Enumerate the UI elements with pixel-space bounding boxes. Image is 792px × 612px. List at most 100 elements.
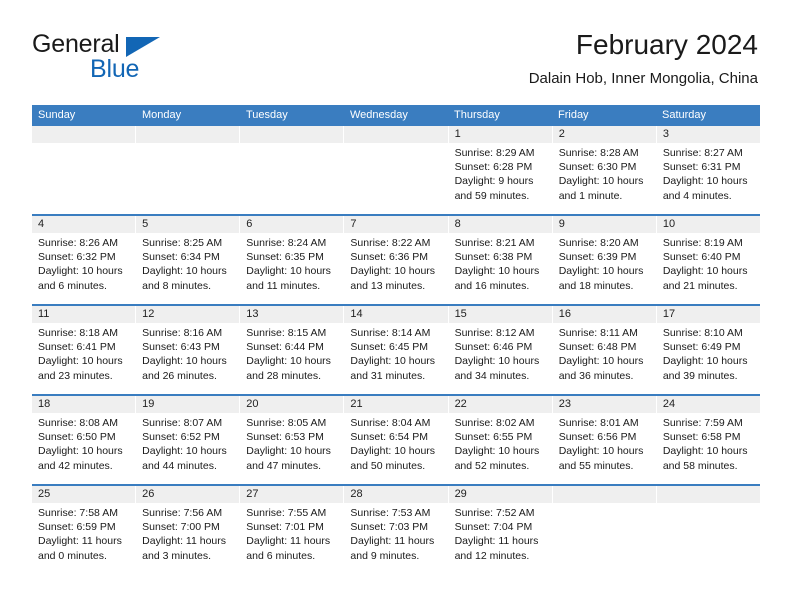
day-details: Sunrise: 8:19 AM Sunset: 6:40 PM Daylight:… — [657, 233, 760, 293]
day-detail-line: Daylight: 9 hours — [454, 175, 534, 188]
day-details: Sunrise: 8:26 AM Sunset: 6:32 PM Daylight:… — [32, 233, 135, 293]
day-cell[interactable]: 26 Sunrise: 7:56 AM Sunset: 7:00 PM Dayligh… — [136, 486, 241, 574]
day-number: 10 — [656, 216, 760, 233]
day-detail-line: Sunrise: 8:01 AM — [558, 417, 639, 429]
day-cell[interactable]: 20 Sunrise: 8:05 AM Sunset: 6:53 PM Dayligh… — [240, 396, 345, 484]
day-details: Sunrise: 8:16 AM Sunset: 6:43 PM Daylight:… — [136, 323, 239, 383]
day-cell[interactable]: 5 Sunrise: 8:25 AM Sunset: 6:34 PM Daylight… — [136, 216, 241, 304]
day-number — [240, 126, 344, 143]
day-detail-line: Sunrise: 7:59 AM — [662, 417, 743, 429]
day-number — [656, 486, 760, 503]
day-cell[interactable]: 3 Sunrise: 8:27 AM Sunset: 6:31 PM Daylight… — [656, 126, 760, 214]
weekday-header-tuesday: Tuesday — [246, 109, 288, 121]
day-cell[interactable]: 10 Sunrise: 8:19 AM Sunset: 6:40 PM Dayligh… — [656, 216, 760, 304]
day-cell[interactable]: 15 Sunrise: 8:12 AM Sunset: 6:46 PM Dayligh… — [448, 306, 553, 394]
weekday-header-wednesday: Wednesday — [350, 109, 408, 121]
day-detail-line: Sunset: 6:43 PM — [142, 341, 220, 354]
day-cell-empty — [136, 126, 241, 214]
day-cell[interactable]: 17 Sunrise: 8:10 AM Sunset: 6:49 PM Dayligh… — [656, 306, 760, 394]
brand-name-bottom: Blue — [90, 55, 140, 83]
day-number: 23 — [552, 396, 656, 413]
day-detail-line: Daylight: 10 hours — [38, 445, 123, 458]
day-detail-line: Sunset: 6:38 PM — [454, 251, 533, 264]
brand-logo[interactable]: General Blue — [32, 30, 242, 92]
day-cell[interactable]: 27 Sunrise: 7:55 AM Sunset: 7:01 PM Dayligh… — [240, 486, 345, 574]
day-detail-line: and 39 minutes. — [662, 369, 738, 382]
day-cell[interactable]: 24 Sunrise: 7:59 AM Sunset: 6:58 PM Dayligh… — [656, 396, 760, 484]
day-cell[interactable]: 16 Sunrise: 8:11 AM Sunset: 6:48 PM Dayligh… — [552, 306, 657, 394]
day-detail-line: and 58 minutes. — [662, 459, 738, 472]
day-details: Sunrise: 7:52 AM Sunset: 7:04 PM Daylight:… — [449, 503, 552, 563]
day-detail-line: and 13 minutes. — [350, 279, 426, 292]
day-cell[interactable]: 22 Sunrise: 8:02 AM Sunset: 6:55 PM Dayligh… — [448, 396, 553, 484]
day-details: Sunrise: 8:28 AM Sunset: 6:30 PM Daylight:… — [553, 143, 656, 203]
day-detail-line: Sunrise: 8:12 AM — [454, 327, 535, 339]
day-cell[interactable]: 1 Sunrise: 8:29 AM Sunset: 6:28 PM Daylight… — [448, 126, 553, 214]
day-details: Sunrise: 8:12 AM Sunset: 6:46 PM Daylight:… — [449, 323, 552, 383]
day-number: 9 — [552, 216, 656, 233]
weekday-header-row: Sunday Monday Tuesday Wednesday Thursday Frid… — [32, 105, 760, 126]
day-detail-line: Sunset: 6:59 PM — [38, 521, 116, 534]
day-detail-line: Sunset: 6:54 PM — [350, 431, 429, 444]
day-number — [136, 126, 240, 143]
calendar-week-row: 1 Sunrise: 8:29 AM Sunset: 6:28 PM Daylight… — [32, 126, 760, 214]
day-cell[interactable]: 29 Sunrise: 7:52 AM Sunset: 7:04 PM Dayligh… — [448, 486, 553, 574]
day-cell[interactable]: 7 Sunrise: 8:22 AM Sunset: 6:36 PM Daylight… — [344, 216, 449, 304]
day-details — [32, 143, 135, 146]
triangle-icon — [126, 37, 160, 57]
day-detail-line: Sunset: 7:00 PM — [142, 521, 220, 534]
day-number: 2 — [552, 126, 656, 143]
day-detail-line: Daylight: 10 hours — [662, 355, 748, 368]
day-detail-line: Daylight: 11 hours — [454, 535, 539, 548]
calendar-page: General Blue February 2024 Dalain Hob, I… — [0, 0, 792, 612]
day-detail-line: Sunrise: 8:04 AM — [350, 417, 431, 429]
day-detail-line: Sunrise: 8:02 AM — [454, 417, 535, 429]
day-detail-line: Daylight: 10 hours — [142, 265, 227, 278]
day-cell[interactable]: 8 Sunrise: 8:21 AM Sunset: 6:38 PM Daylight… — [448, 216, 553, 304]
calendar-week-row: 18 Sunrise: 8:08 AM Sunset: 6:50 PM Dayligh… — [32, 394, 760, 484]
day-details: Sunrise: 7:58 AM Sunset: 6:59 PM Daylight:… — [32, 503, 135, 563]
day-details — [240, 143, 343, 146]
day-details: Sunrise: 8:05 AM Sunset: 6:53 PM Daylight:… — [240, 413, 343, 473]
day-detail-line: and 44 minutes. — [142, 459, 217, 472]
day-detail-line: Sunset: 6:55 PM — [454, 431, 533, 444]
day-detail-line: Sunset: 6:32 PM — [38, 251, 116, 264]
day-cell[interactable]: 14 Sunrise: 8:14 AM Sunset: 6:45 PM Dayligh… — [344, 306, 449, 394]
day-cell[interactable]: 23 Sunrise: 8:01 AM Sunset: 6:56 PM Dayligh… — [552, 396, 657, 484]
day-details: Sunrise: 8:08 AM Sunset: 6:50 PM Daylight:… — [32, 413, 135, 473]
page-title: February 2024 — [575, 29, 758, 60]
day-details: Sunrise: 8:10 AM Sunset: 6:49 PM Daylight:… — [657, 323, 760, 383]
day-details: Sunrise: 8:15 AM Sunset: 6:44 PM Daylight:… — [240, 323, 343, 383]
day-cell[interactable]: 6 Sunrise: 8:24 AM Sunset: 6:35 PM Daylight… — [240, 216, 345, 304]
day-cell[interactable]: 2 Sunrise: 8:28 AM Sunset: 6:30 PM Daylight… — [552, 126, 657, 214]
day-details: Sunrise: 8:22 AM Sunset: 6:36 PM Daylight:… — [344, 233, 447, 293]
day-detail-line: and 55 minutes. — [558, 459, 634, 472]
day-cell[interactable]: 28 Sunrise: 7:53 AM Sunset: 7:03 PM Dayligh… — [344, 486, 449, 574]
day-cell[interactable]: 11 Sunrise: 8:18 AM Sunset: 6:41 PM Dayligh… — [32, 306, 137, 394]
day-detail-line: and 6 minutes. — [38, 279, 107, 292]
day-details: Sunrise: 8:01 AM Sunset: 6:56 PM Daylight:… — [553, 413, 656, 473]
day-detail-line: Sunrise: 7:55 AM — [246, 507, 327, 519]
day-detail-line: Daylight: 10 hours — [558, 175, 644, 188]
day-detail-line: Daylight: 10 hours — [350, 355, 436, 368]
day-cell[interactable]: 18 Sunrise: 8:08 AM Sunset: 6:50 PM Dayligh… — [32, 396, 137, 484]
weekday-header-sunday: Sunday — [38, 109, 76, 121]
day-detail-line: Sunrise: 7:58 AM — [38, 507, 118, 519]
day-cell[interactable]: 25 Sunrise: 7:58 AM Sunset: 6:59 PM Dayligh… — [32, 486, 137, 574]
title-block: February 2024 Dalain Hob, Inner Mongolia… — [529, 28, 758, 88]
day-cell[interactable]: 21 Sunrise: 8:04 AM Sunset: 6:54 PM Dayligh… — [344, 396, 449, 484]
day-detail-line: and 59 minutes. — [454, 189, 530, 202]
day-cell[interactable]: 4 Sunrise: 8:26 AM Sunset: 6:32 PM Daylight… — [32, 216, 137, 304]
day-number: 26 — [136, 486, 240, 503]
day-details — [657, 503, 760, 506]
day-details: Sunrise: 8:02 AM Sunset: 6:55 PM Daylight:… — [449, 413, 552, 473]
day-cell[interactable]: 13 Sunrise: 8:15 AM Sunset: 6:44 PM Dayligh… — [240, 306, 345, 394]
day-cell[interactable]: 9 Sunrise: 8:20 AM Sunset: 6:39 PM Daylight… — [552, 216, 657, 304]
day-cell[interactable]: 19 Sunrise: 8:07 AM Sunset: 6:52 PM Dayligh… — [136, 396, 241, 484]
day-detail-line: Daylight: 11 hours — [350, 535, 435, 548]
day-detail-line: Daylight: 10 hours — [558, 355, 644, 368]
day-detail-line: and 23 minutes. — [38, 369, 113, 382]
day-cell[interactable]: 12 Sunrise: 8:16 AM Sunset: 6:43 PM Dayligh… — [136, 306, 241, 394]
day-detail-line: Sunset: 6:48 PM — [558, 341, 637, 354]
day-detail-line: and 8 minutes. — [142, 279, 212, 292]
